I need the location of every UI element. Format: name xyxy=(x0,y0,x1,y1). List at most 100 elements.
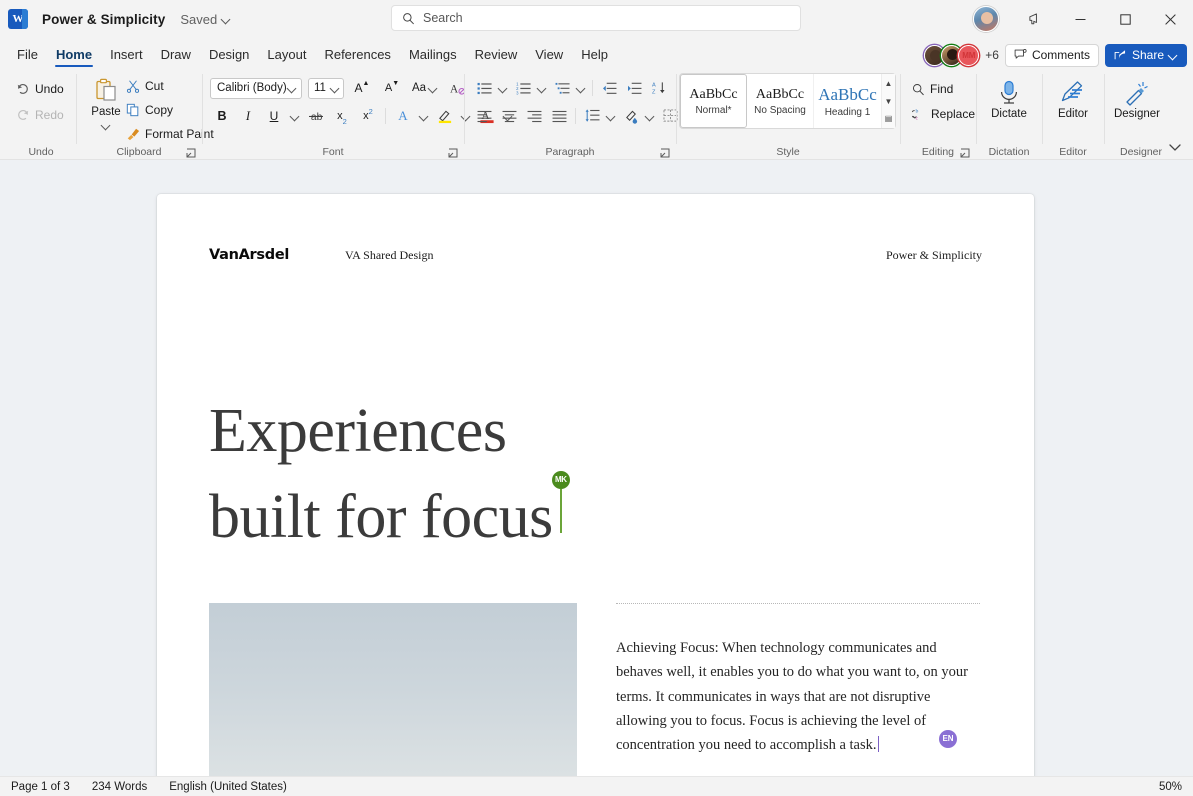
collaborator-avatar-3[interactable]: MM xyxy=(958,44,980,66)
style-gallery-more-button[interactable]: ▤ xyxy=(882,110,895,127)
microphone-icon xyxy=(1001,80,1017,104)
style-item-no-spacing[interactable]: AaBbCc No Spacing xyxy=(747,74,814,128)
subscript-button[interactable]: x2 xyxy=(330,105,354,127)
language-indicator[interactable]: English (United States) xyxy=(158,777,298,796)
document-page[interactable]: VanArsdel VA Shared Design Power & Simpl… xyxy=(157,194,1034,776)
document-canvas[interactable]: VanArsdel VA Shared Design Power & Simpl… xyxy=(0,160,1193,776)
font-size-combobox[interactable]: 11 xyxy=(308,77,344,99)
sort-button[interactable]: A Z xyxy=(647,77,671,99)
clipboard-dialog-launcher[interactable] xyxy=(186,146,198,158)
maximize-button[interactable] xyxy=(1103,0,1148,38)
numbering-chevron[interactable] xyxy=(536,77,549,99)
justify-button[interactable] xyxy=(547,105,571,127)
tab-file[interactable]: File xyxy=(8,44,47,68)
page-indicator[interactable]: Page 1 of 3 xyxy=(0,777,81,796)
comments-button[interactable]: Comments xyxy=(1004,43,1099,67)
superscript-button[interactable]: x2 xyxy=(356,105,380,127)
save-status-dropdown[interactable]: Saved xyxy=(175,9,236,30)
minimize-button[interactable] xyxy=(1058,0,1103,38)
align-center-icon xyxy=(502,110,516,122)
align-right-button[interactable] xyxy=(522,105,546,127)
numbering-button[interactable]: 1 2 3 xyxy=(511,77,535,99)
megaphone-icon[interactable] xyxy=(1013,0,1058,38)
collapse-ribbon-button[interactable] xyxy=(1167,140,1185,156)
building-rooftop-photo[interactable] xyxy=(209,603,577,776)
cut-button[interactable]: Cut xyxy=(122,75,168,97)
find-button[interactable]: Find xyxy=(908,78,957,100)
shrink-font-button[interactable]: A ▼ xyxy=(380,77,404,99)
grow-font-button[interactable]: A ▲ xyxy=(350,77,374,99)
bullets-chevron[interactable] xyxy=(497,77,510,99)
paste-chevron-down-icon[interactable] xyxy=(102,121,111,130)
align-left-button[interactable] xyxy=(472,105,496,127)
close-button[interactable] xyxy=(1148,0,1193,38)
share-button[interactable]: Share xyxy=(1104,43,1187,67)
dictate-label: Dictate xyxy=(991,108,1027,120)
underline-chevron[interactable] xyxy=(288,105,302,127)
document-headline[interactable]: Experiences built for focus MK xyxy=(209,389,679,560)
replace-button[interactable]: b c Replace xyxy=(908,103,979,125)
increase-indent-button[interactable] xyxy=(622,77,646,99)
tab-mailings[interactable]: Mailings xyxy=(400,44,466,68)
collab-badge-mk[interactable]: MK xyxy=(551,470,570,489)
align-center-button[interactable] xyxy=(497,105,521,127)
collab-badge-en[interactable]: EN xyxy=(939,729,957,748)
collaborator-initials: MM xyxy=(962,50,976,60)
style-scroll-down-button[interactable]: ▼ xyxy=(882,93,895,110)
line-spacing-button[interactable] xyxy=(580,105,604,127)
redo-button[interactable]: Redo xyxy=(12,104,68,126)
font-dialog-launcher[interactable] xyxy=(448,146,460,158)
group-label-style: Style xyxy=(776,146,800,158)
collaborator-avatars: MM +6 xyxy=(924,44,999,66)
change-case-button[interactable]: Aa xyxy=(410,77,440,99)
editing-dialog-launcher[interactable] xyxy=(960,146,972,158)
underline-button[interactable]: U xyxy=(262,105,286,127)
tab-layout[interactable]: Layout xyxy=(258,44,315,68)
copy-button[interactable]: Copy xyxy=(122,99,177,121)
style-item-heading-1[interactable]: AaBbCc Heading 1 xyxy=(814,74,881,128)
decrease-indent-button[interactable] xyxy=(597,77,621,99)
text-effects-button[interactable]: A xyxy=(391,105,415,127)
tab-draw[interactable]: Draw xyxy=(152,44,200,68)
strikethrough-button[interactable]: ab xyxy=(304,105,328,127)
dialog-launcher-icon xyxy=(960,148,970,158)
editor-button[interactable]: Editor xyxy=(1047,76,1099,120)
undo-button[interactable]: Undo xyxy=(12,78,68,100)
close-icon xyxy=(1165,13,1176,25)
zoom-level[interactable]: 50% xyxy=(1148,777,1193,796)
tab-references[interactable]: References xyxy=(315,44,399,68)
tab-review[interactable]: Review xyxy=(466,44,527,68)
collab-cursor-mk xyxy=(559,488,562,533)
shading-chevron[interactable] xyxy=(644,105,657,127)
bold-button[interactable]: B xyxy=(210,105,234,127)
tab-view[interactable]: View xyxy=(526,44,572,68)
tab-design[interactable]: Design xyxy=(200,44,258,68)
font-name-combobox[interactable]: Calibri (Body) xyxy=(210,77,302,99)
text-highlight-button[interactable] xyxy=(433,105,457,127)
italic-button[interactable]: I xyxy=(236,105,260,127)
tab-help[interactable]: Help xyxy=(572,44,617,68)
text-effects-chevron[interactable] xyxy=(417,105,431,127)
line-spacing-chevron[interactable] xyxy=(605,105,618,127)
multilevel-chevron[interactable] xyxy=(575,77,588,99)
multilevel-list-button[interactable] xyxy=(550,77,574,99)
dictate-button[interactable]: Dictate xyxy=(983,76,1035,120)
tab-home[interactable]: Home xyxy=(47,44,101,68)
style-item-normal[interactable]: AaBbCc Normal* xyxy=(680,74,747,128)
paragraph-dialog-launcher[interactable] xyxy=(660,146,672,158)
tab-insert[interactable]: Insert xyxy=(101,44,152,68)
designer-button[interactable]: Designer xyxy=(1106,76,1168,120)
paste-label: Paste xyxy=(91,106,121,118)
account-avatar[interactable] xyxy=(973,6,999,32)
word-count[interactable]: 234 Words xyxy=(81,777,158,796)
shading-button[interactable] xyxy=(619,105,643,127)
line-spacing-icon xyxy=(585,109,599,122)
align-right-icon xyxy=(527,110,541,122)
style-scroll-up-button[interactable]: ▲ xyxy=(882,75,895,92)
numbering-chevron-down-icon xyxy=(538,84,547,93)
divider-top xyxy=(616,603,980,604)
document-body-paragraph[interactable]: Achieving Focus: When technology communi… xyxy=(616,636,980,758)
font-name-value: Calibri (Body) xyxy=(217,82,287,94)
bullets-button[interactable] xyxy=(472,77,496,99)
search-input[interactable]: Search xyxy=(391,5,801,31)
